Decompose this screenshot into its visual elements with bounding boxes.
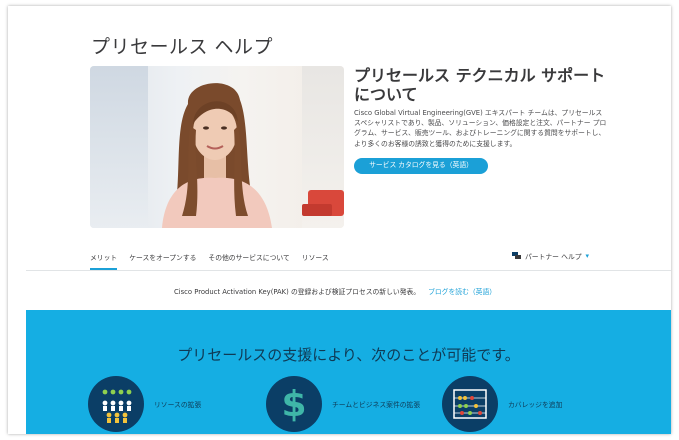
- hero-image: [90, 66, 344, 228]
- chat-icon: [512, 252, 521, 259]
- announcement-text: Cisco Product Activation Key(PAK) の登録および…: [174, 288, 421, 296]
- feature-label: チームとビジネス案件の拡張: [332, 401, 421, 409]
- tab-resources[interactable]: リソース: [302, 250, 329, 270]
- announcement: Cisco Product Activation Key(PAK) の登録および…: [174, 286, 496, 296]
- hero-heading: プリセールス テクニカル サポート について: [354, 66, 606, 104]
- abacus-icon: [442, 376, 498, 432]
- dollar-icon: $: [266, 376, 322, 432]
- benefits-band: プリセールスの支援により、次のことが可能です。 リソースの拡張 $ チームとビジ…: [26, 310, 671, 434]
- feature-expand-team: $ チームとビジネス案件の拡張: [266, 376, 420, 432]
- feature-label: リソースの拡張: [154, 401, 202, 409]
- feature-expand-resources: リソースの拡張: [88, 376, 201, 432]
- tab-open-case[interactable]: ケースをオープンする: [129, 250, 196, 270]
- divider: [26, 270, 671, 271]
- woman-figure: [162, 83, 272, 228]
- feature-add-coverage: カバレッジを追加: [442, 376, 562, 432]
- chevron-down-icon: ▾: [585, 252, 590, 260]
- read-blog-link[interactable]: ブログを読む（英語）: [428, 288, 496, 296]
- benefits-title: プリセールスの支援により、次のことが可能です。: [177, 346, 520, 364]
- page-frame: プリセールス ヘルプ プリセールス テクニカル サポート について Cisco …: [8, 6, 671, 434]
- partner-help-label: パートナー ヘルプ: [525, 253, 582, 261]
- partner-help-menu[interactable]: パートナー ヘルプ ▾: [512, 251, 589, 261]
- service-catalog-button[interactable]: サービス カタログを見る（英語）: [354, 158, 488, 174]
- tab-bar: メリット ケースをオープンする その他のサービスについて リソース: [90, 250, 329, 270]
- people-grid-icon: [88, 376, 144, 432]
- hero-description: Cisco Global Virtual Engineering(GVE) エキ…: [354, 109, 607, 148]
- feature-label: カバレッジを追加: [508, 401, 563, 409]
- tab-other-services[interactable]: その他のサービスについて: [208, 250, 289, 270]
- page-title: プリセールス ヘルプ: [91, 36, 274, 58]
- svg-text:$: $: [281, 384, 306, 425]
- tab-benefits[interactable]: メリット: [90, 250, 118, 270]
